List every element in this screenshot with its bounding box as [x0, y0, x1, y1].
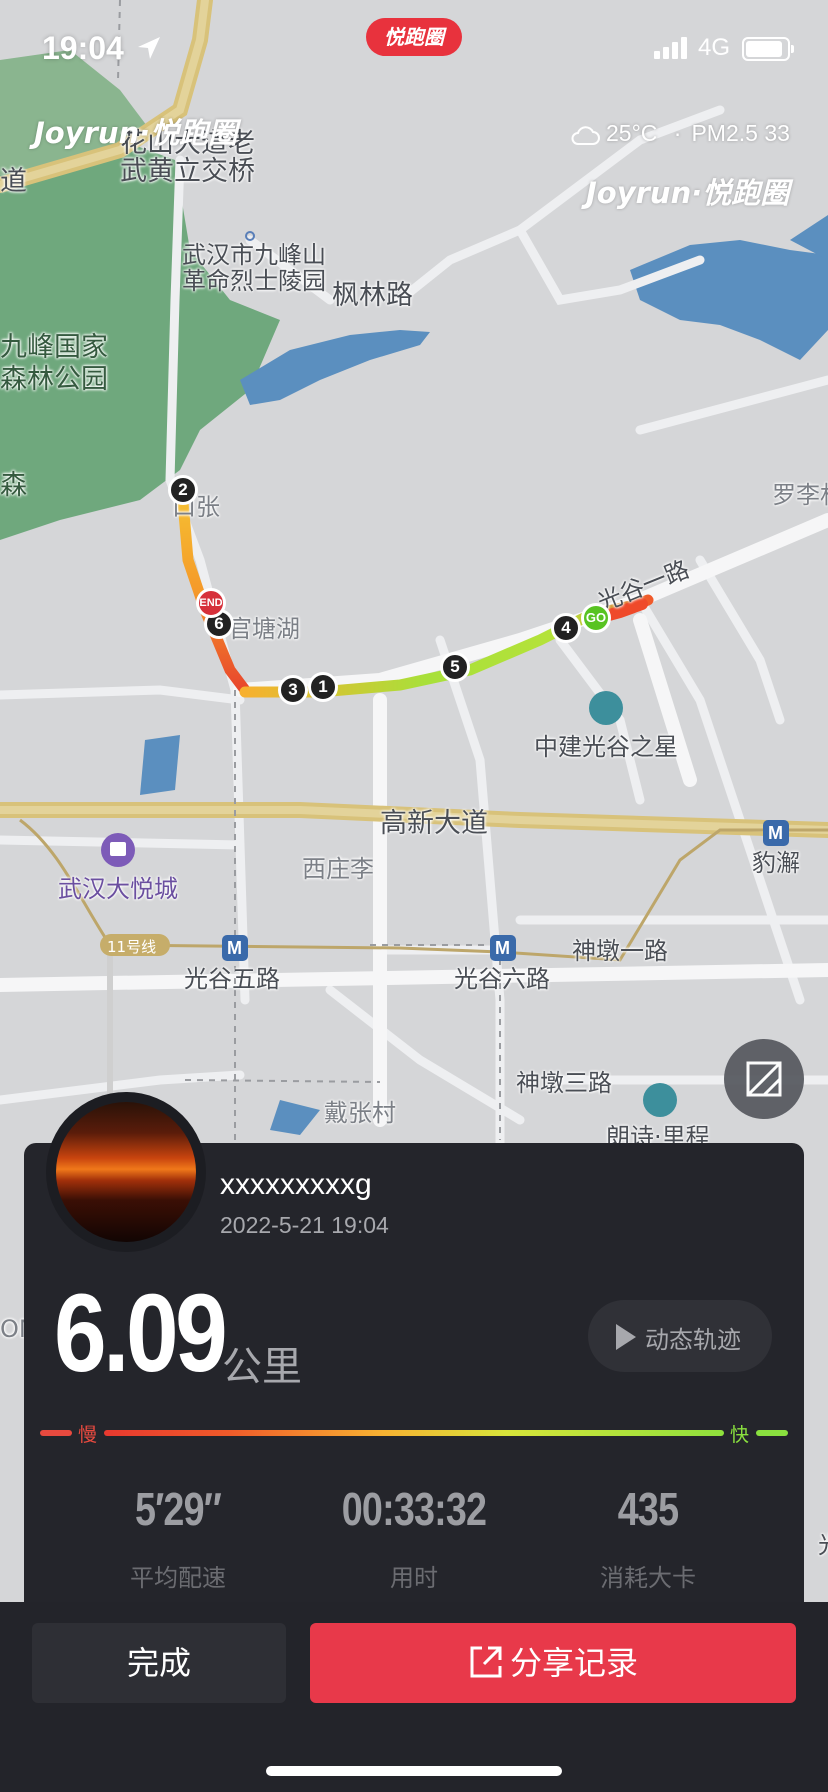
- share-record-button[interactable]: 分享记录: [310, 1623, 796, 1703]
- map-label-fenglin-road: 枫林路: [332, 280, 413, 311]
- route-marker-km5: 5: [440, 652, 470, 682]
- stat-value: 00:33:32: [341, 1483, 487, 1535]
- brand-watermark: Joyrun·悦跑圈: [34, 116, 238, 150]
- share-icon: [470, 1646, 502, 1678]
- stat-duration: 00:33:32 用时: [314, 1482, 514, 1593]
- route-end-marker: END: [196, 588, 226, 618]
- pace-legend-slow: 慢: [78, 1424, 98, 1446]
- distance-unit: 公里: [222, 1344, 302, 1390]
- username: xxxxxxxxxg: [220, 1168, 372, 1201]
- weather-separator: ·: [673, 120, 682, 146]
- stat-average-pace: 5′29″ 平均配速: [78, 1482, 278, 1593]
- stat-label: 消耗大卡: [600, 1564, 696, 1592]
- cloud-icon: [571, 126, 600, 145]
- signal-icon: [654, 37, 687, 59]
- route-marker-km4: 4: [551, 613, 581, 643]
- expand-icon: [746, 1061, 782, 1097]
- map-label-jiufeng-park: 九峰国家: [0, 332, 108, 363]
- stat-calories: 435 消耗大卡: [548, 1482, 748, 1593]
- done-button[interactable]: 完成: [32, 1623, 286, 1703]
- weather-info: 25°C · PM2.5 33: [570, 120, 790, 147]
- map-label-guanggu-5-road: 光谷五路: [184, 965, 280, 993]
- route-start-marker: GO: [581, 603, 611, 633]
- map-label-luoli: 罗李村: [772, 481, 828, 509]
- run-datetime: 2022-5-21 19:04: [220, 1212, 389, 1238]
- stat-value: 435: [617, 1483, 679, 1535]
- map-label-guanggu-6-road: 光谷六路: [454, 965, 550, 993]
- avatar[interactable]: [46, 1092, 206, 1252]
- map-label-baoxie: 豹澥: [752, 849, 800, 877]
- battery-icon: [742, 37, 794, 61]
- map-label-shendun-yi-road: 神墩一路: [572, 937, 668, 965]
- weather-temperature: 25°C: [606, 120, 658, 146]
- network-type: 4G: [698, 34, 731, 61]
- svg-text:M: M: [768, 823, 783, 843]
- map-label-gaoxin-avenue: 高新大道: [380, 808, 488, 839]
- stat-value: 5′29″: [135, 1483, 222, 1535]
- pace-gradient-bar: [104, 1430, 724, 1436]
- map-label-xizhuangli: 西庄李: [302, 855, 374, 883]
- map-label-guantanghu: 官塘湖: [228, 615, 300, 643]
- app-badge: 悦跑圈: [366, 18, 462, 56]
- svg-text:M: M: [495, 938, 510, 958]
- map-label-shendun-3-road: 神墩三路: [516, 1069, 612, 1097]
- status-time: 19:04: [42, 30, 124, 66]
- map-label-joy-city: 武汉大悦城: [58, 875, 178, 903]
- map-label-zhongjian-star: 中建光谷之星: [534, 733, 678, 761]
- expand-map-button[interactable]: [724, 1039, 804, 1119]
- track-replay-button[interactable]: 动态轨迹: [588, 1300, 772, 1372]
- map-label-jiufeng-cemetery-2: 革命烈士陵园: [182, 267, 326, 295]
- brand-watermark-secondary: Joyrun·悦跑圈: [586, 176, 790, 210]
- map-label-forest: 森: [0, 470, 27, 501]
- route-marker-km2: 2: [168, 475, 198, 505]
- pace-bar-right: [756, 1430, 788, 1436]
- line11-badge: 11号线: [107, 938, 156, 956]
- map-label-jiufeng-park-2: 森林公园: [0, 364, 108, 395]
- avatar-image: [56, 1102, 196, 1242]
- location-arrow-icon: [138, 37, 160, 59]
- air-quality: PM2.5 33: [691, 120, 790, 146]
- pace-bar-left: [40, 1430, 72, 1436]
- track-replay-label: 动态轨迹: [645, 1326, 741, 1354]
- route-marker-km1: 1: [308, 672, 338, 702]
- svg-text:M: M: [227, 938, 242, 958]
- play-icon: [616, 1324, 636, 1350]
- stat-label: 用时: [390, 1564, 438, 1592]
- map-label-guang-edge: 光: [818, 1531, 828, 1560]
- home-indicator: [266, 1766, 562, 1776]
- map-label-daizhang: 戴张村: [324, 1099, 396, 1127]
- pace-legend-fast: 快: [730, 1424, 750, 1446]
- map-label-wuhuang: 武黄立交桥: [120, 156, 255, 187]
- route-marker-km3: 3: [278, 675, 308, 705]
- share-record-label: 分享记录: [509, 1644, 638, 1682]
- map-label-road-left: 道: [0, 166, 27, 197]
- distance-value: 6.09: [54, 1272, 228, 1395]
- stat-label: 平均配速: [130, 1564, 226, 1592]
- map-label-jiufeng-cemetery: 武汉市九峰山: [182, 241, 326, 269]
